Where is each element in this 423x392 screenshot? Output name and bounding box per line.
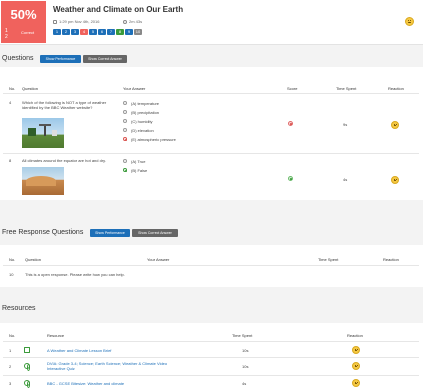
- question-number: 10: [9, 272, 14, 277]
- question-number: 8: [9, 158, 12, 163]
- divider: [3, 375, 419, 376]
- col-reaction: Reaction: [347, 333, 363, 338]
- incorrect-score-icon: [288, 121, 293, 126]
- question-nav-9[interactable]: 9: [125, 29, 133, 35]
- score-badge: 50% 1 2 Correct: [1, 1, 46, 43]
- col-time: Time Spent: [318, 257, 339, 262]
- divider: [3, 265, 419, 266]
- globe-icon: [24, 380, 30, 388]
- option-text: (E) atmospheric pressure: [131, 137, 176, 142]
- score-label: Correct: [21, 30, 35, 35]
- reaction-icon: [352, 379, 360, 387]
- option-text: (A) temperature: [131, 101, 160, 106]
- question-nav-3[interactable]: 3: [71, 29, 79, 35]
- col-reaction: Reaction: [388, 86, 404, 91]
- question-nav-2[interactable]: 2: [62, 29, 70, 35]
- score-percent: 50%: [10, 7, 37, 22]
- col-reaction: Reaction: [383, 257, 399, 262]
- free-response-heading: Free Response Questions: [2, 229, 84, 236]
- duration-text: 2m 43s: [123, 19, 142, 24]
- resource-number: 3: [9, 381, 12, 386]
- calendar-icon: [53, 20, 57, 24]
- free-response-show-performance-button[interactable]: Show Performance: [90, 229, 130, 237]
- col-no: No.: [9, 257, 16, 262]
- option-d-radio: [123, 128, 127, 132]
- reaction-icon: [352, 346, 360, 354]
- col-time: Time Spent: [232, 333, 253, 338]
- time-spent: 4s: [242, 381, 247, 386]
- reaction-icon: [391, 121, 399, 129]
- option-text: (D) elevation: [131, 128, 154, 133]
- question-nav-5[interactable]: 5: [89, 29, 97, 35]
- desert-image: [22, 167, 64, 195]
- divider: [3, 93, 419, 94]
- col-score: Score: [287, 86, 298, 91]
- globe-icon: [24, 363, 30, 371]
- question-nav-7[interactable]: 7: [107, 29, 115, 35]
- questions-heading: Questions: [2, 55, 34, 62]
- option-e-radio-selected: [123, 137, 127, 141]
- resource-link[interactable]: BBC - GCSE Bitesize: Weather and climate: [47, 381, 124, 386]
- divider: [3, 341, 419, 342]
- reaction-icon: [391, 176, 399, 184]
- resources-heading: Resources: [2, 305, 36, 312]
- option-text: (A) True: [131, 159, 146, 164]
- time-spent: 10s: [242, 364, 249, 369]
- clock-icon: [123, 20, 127, 24]
- question-nav-6[interactable]: 6: [98, 29, 106, 35]
- col-resource: Resource: [47, 333, 65, 338]
- overall-reaction-icon: [405, 17, 414, 26]
- resource-link[interactable]: A Weather and Climate Lesson Brief: [47, 348, 111, 353]
- resource-link[interactable]: DVIA: Grade 3-4; Science; Earth Science;…: [47, 361, 177, 371]
- option-text: (C) humidity: [131, 119, 153, 124]
- resource-number: 2: [9, 364, 12, 369]
- question-text: All climates around the equator are hot …: [22, 158, 106, 163]
- time-spent: 9s: [343, 122, 348, 127]
- option-b-radio-selected: [123, 168, 127, 172]
- date-text: 1:29 pm Nov 4th, 2016: [53, 19, 99, 24]
- col-question: Question: [25, 257, 42, 262]
- correct-score-icon: [288, 176, 293, 181]
- col-no: No.: [9, 333, 16, 338]
- score-fraction: 1 2: [5, 28, 8, 40]
- col-answer: Your Answer: [123, 86, 146, 91]
- page-title: Weather and Climate on Our Earth: [53, 5, 184, 14]
- col-no: No.: [9, 86, 16, 91]
- reaction-icon: [352, 362, 360, 370]
- time-spent: 4s: [343, 177, 348, 182]
- col-answer: Your Answer: [147, 257, 170, 262]
- document-icon: [24, 347, 30, 353]
- option-b-radio: [123, 110, 127, 114]
- col-question: Question: [22, 86, 39, 91]
- question-text: This is a open response. Please write ho…: [25, 272, 125, 277]
- question-nav-1[interactable]: 1: [53, 29, 61, 35]
- option-c-radio: [123, 119, 127, 123]
- show-correct-answer-button[interactable]: Show Correct Answer: [83, 55, 127, 63]
- resource-number: 1: [9, 348, 12, 353]
- col-time: Time Spent: [336, 86, 357, 91]
- question-nav-10[interactable]: 10: [134, 29, 142, 35]
- divider: [3, 153, 419, 154]
- option-a-radio: [123, 159, 127, 163]
- option-text: (B) False: [131, 168, 148, 173]
- question-nav-8[interactable]: 8: [116, 29, 124, 35]
- time-spent: 10s: [242, 348, 249, 353]
- weather-station-image: [22, 118, 64, 148]
- free-response-show-correct-answer-button[interactable]: Show Correct Answer: [132, 229, 178, 237]
- option-a-radio: [123, 101, 127, 105]
- question-text: Which of the following is NOT a type of …: [22, 100, 107, 110]
- question-number: 4: [9, 100, 12, 105]
- divider: [3, 357, 419, 358]
- show-performance-button[interactable]: Show Performance: [40, 55, 81, 63]
- question-nav-4[interactable]: 4: [80, 29, 88, 35]
- free-response-table: [0, 245, 423, 287]
- option-text: (B) precipitation: [131, 110, 160, 115]
